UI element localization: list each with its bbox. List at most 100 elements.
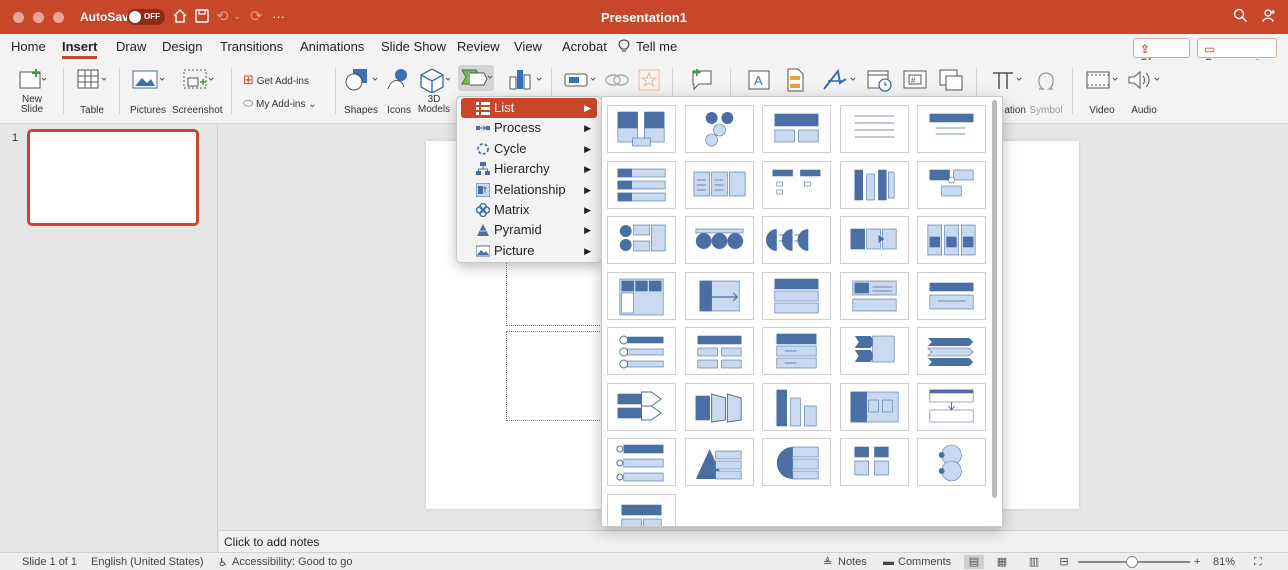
tab-design[interactable]: Design bbox=[162, 39, 202, 54]
smartart-layout-thumbnail[interactable] bbox=[839, 327, 909, 375]
smartart-layout-thumbnail[interactable] bbox=[607, 216, 676, 264]
tab-transitions[interactable]: Transitions bbox=[220, 39, 283, 54]
smartart-category-pyramid[interactable]: Pyramid ▶ bbox=[461, 220, 597, 240]
zoom-in-icon[interactable]: + bbox=[1194, 556, 1200, 568]
tab-insert[interactable]: Insert bbox=[62, 39, 98, 59]
search-icon[interactable] bbox=[1233, 8, 1248, 28]
comments-button[interactable]: ▭ Comments bbox=[1197, 38, 1277, 70]
smartart-layout-thumbnail[interactable] bbox=[839, 382, 909, 431]
new-slide-button[interactable]: New Slide bbox=[12, 67, 52, 115]
smartart-layout-thumbnail[interactable] bbox=[762, 105, 831, 153]
shapes-button[interactable]: Shapes bbox=[342, 67, 380, 116]
tab-slide-show[interactable]: Slide Show bbox=[381, 39, 446, 54]
smartart-category-picture[interactable]: Picture ▶ bbox=[461, 241, 597, 261]
comments-toggle[interactable]: Comments bbox=[898, 556, 951, 568]
smartart-layout-thumbnail[interactable] bbox=[684, 438, 754, 486]
tab-animations[interactable]: Animations bbox=[300, 39, 364, 54]
tab-home[interactable]: Home bbox=[11, 39, 46, 54]
share-people-icon[interactable] bbox=[1262, 8, 1277, 28]
smartart-layout-thumbnail[interactable] bbox=[762, 438, 831, 486]
zoom-slider-handle[interactable] bbox=[1126, 556, 1138, 568]
smartart-layout-thumbnail[interactable] bbox=[762, 271, 831, 320]
zoom-out-icon[interactable]: − bbox=[1062, 556, 1068, 568]
smartart-category-list[interactable]: List ▶ bbox=[461, 98, 597, 119]
table-button[interactable]: Table bbox=[72, 67, 112, 116]
wordart-button[interactable] bbox=[818, 67, 862, 93]
smartart-layout-thumbnail[interactable] bbox=[607, 438, 676, 486]
slide-sorter-view-icon[interactable]: ▦ bbox=[992, 555, 1012, 569]
smartart-layout-thumbnail[interactable] bbox=[839, 438, 909, 486]
smartart-layout-thumbnail[interactable] bbox=[917, 271, 986, 320]
get-addins-button[interactable]: ⊞ Get Add-ins bbox=[243, 72, 328, 88]
smartart-layout-thumbnail[interactable] bbox=[917, 327, 986, 375]
symbol-button[interactable]: Symbol bbox=[1028, 67, 1064, 116]
reading-view-icon[interactable]: ▥ bbox=[1024, 555, 1044, 569]
smartart-layout-thumbnail[interactable] bbox=[839, 271, 909, 320]
smartart-layout-thumbnail[interactable] bbox=[607, 382, 676, 431]
slide-thumbnail[interactable] bbox=[27, 129, 199, 226]
smartart-category-matrix[interactable]: Matrix ▶ bbox=[461, 200, 597, 220]
screenshot-button[interactable]: Screenshot bbox=[172, 67, 223, 116]
smartart-layout-thumbnail[interactable] bbox=[762, 382, 831, 431]
chart-button[interactable] bbox=[502, 67, 546, 93]
action-button[interactable] bbox=[602, 67, 632, 93]
tab-view[interactable]: View bbox=[514, 39, 542, 54]
audio-button[interactable]: Audio bbox=[1124, 67, 1164, 116]
text-box-button[interactable]: A bbox=[742, 67, 776, 93]
smartart-layout-thumbnail[interactable] bbox=[607, 493, 676, 526]
smartart-layout-thumbnail[interactable] bbox=[917, 105, 986, 153]
bookmark-button[interactable] bbox=[634, 67, 664, 93]
header-footer-button[interactable] bbox=[780, 67, 810, 93]
smartart-category-cycle[interactable]: Cycle ▶ bbox=[461, 139, 597, 159]
link-button[interactable] bbox=[560, 67, 600, 93]
smartart-layout-thumbnail[interactable] bbox=[607, 327, 676, 375]
tell-me-search[interactable]: Tell me bbox=[636, 39, 677, 54]
smartart-layout-thumbnail[interactable] bbox=[684, 216, 754, 264]
smartart-layout-thumbnail[interactable] bbox=[684, 271, 754, 320]
smartart-layout-thumbnail[interactable] bbox=[917, 160, 986, 209]
my-addins-button[interactable]: ⬭ My Add-ins ⌄ bbox=[243, 96, 333, 111]
pictures-button[interactable]: Pictures bbox=[128, 67, 168, 116]
smartart-layout-thumbnail[interactable] bbox=[607, 160, 676, 209]
smartart-layout-thumbnail[interactable] bbox=[684, 160, 754, 209]
smartart-layout-thumbnail[interactable] bbox=[607, 271, 676, 320]
object-button[interactable] bbox=[936, 67, 966, 93]
3d-models-button[interactable]: 3D Models bbox=[416, 67, 452, 115]
gallery-scrollbar[interactable] bbox=[992, 100, 997, 498]
smartart-layout-thumbnail[interactable] bbox=[762, 216, 831, 264]
shapes-label: Shapes bbox=[344, 105, 378, 116]
date-time-button[interactable] bbox=[864, 67, 894, 93]
smartart-layout-thumbnail[interactable] bbox=[839, 160, 909, 209]
smartart-layout-thumbnail[interactable] bbox=[917, 216, 986, 264]
normal-view-icon[interactable]: ▤ bbox=[964, 555, 984, 569]
new-comment-button[interactable] bbox=[684, 67, 720, 93]
smartart-layout-thumbnail[interactable] bbox=[607, 105, 676, 153]
tab-acrobat[interactable]: Acrobat bbox=[562, 39, 607, 54]
share-button[interactable]: ⇪ Share bbox=[1133, 38, 1190, 70]
smartart-category-hierarchy[interactable]: Hierarchy ▶ bbox=[461, 159, 597, 179]
smartart-layout-thumbnail[interactable] bbox=[917, 382, 986, 431]
smartart-layout-thumbnail[interactable] bbox=[684, 327, 754, 375]
notes-toggle[interactable]: Notes bbox=[838, 556, 867, 568]
smartart-category-relationship[interactable]: Relationship ▶ bbox=[461, 180, 597, 200]
smartart-category-process[interactable]: Process ▶ bbox=[461, 118, 597, 138]
smartart-button[interactable] bbox=[458, 65, 494, 91]
tab-draw[interactable]: Draw bbox=[116, 39, 146, 54]
accessibility-status[interactable]: Accessibility: Good to go bbox=[232, 556, 352, 568]
tab-review[interactable]: Review bbox=[457, 39, 500, 54]
smartart-layout-diagram bbox=[617, 111, 665, 147]
smartart-layout-thumbnail[interactable] bbox=[839, 105, 909, 153]
zoom-level[interactable]: 81% bbox=[1213, 556, 1235, 568]
slide-number-button[interactable]: # bbox=[900, 67, 930, 93]
smartart-layout-thumbnail[interactable] bbox=[684, 105, 754, 153]
icons-button[interactable]: Icons bbox=[382, 67, 416, 116]
notes-pane[interactable]: Click to add notes bbox=[219, 530, 1288, 552]
smartart-layout-thumbnail[interactable] bbox=[917, 438, 986, 486]
smartart-layout-thumbnail[interactable] bbox=[684, 382, 754, 431]
smartart-layout-thumbnail[interactable] bbox=[762, 327, 831, 375]
smartart-layout-thumbnail[interactable] bbox=[839, 216, 909, 264]
language-indicator[interactable]: English (United States) bbox=[91, 556, 204, 568]
smartart-layout-thumbnail[interactable] bbox=[762, 160, 831, 209]
fit-slide-icon[interactable]: ⛶ bbox=[1254, 556, 1262, 569]
video-button[interactable]: Video bbox=[1082, 67, 1122, 116]
